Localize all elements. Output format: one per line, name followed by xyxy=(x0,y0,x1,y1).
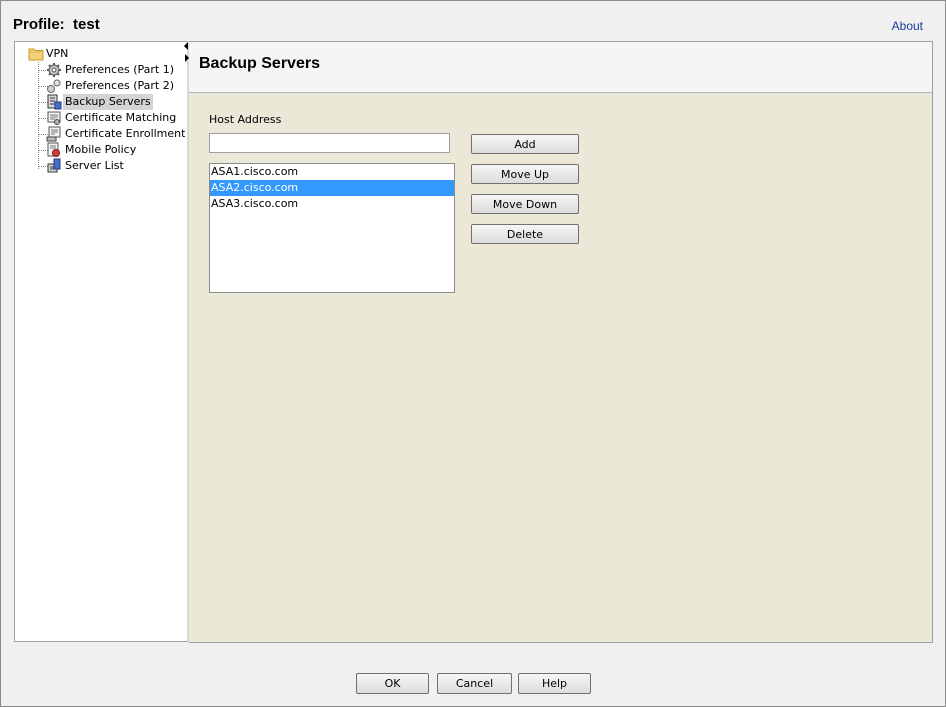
tree-item-backup-servers[interactable]: Backup Servers xyxy=(46,94,153,110)
tree-item-certificate-enrollment[interactable]: Certificate Enrollment xyxy=(46,126,187,142)
content-panel: Backup Servers Host Address ASA1.cisco.c… xyxy=(189,41,933,643)
tree-item-label: Backup Servers xyxy=(63,94,153,110)
tree-item-server-list[interactable]: Server List xyxy=(46,158,126,174)
tree-connector-line xyxy=(38,62,39,169)
delete-button[interactable]: Delete xyxy=(471,224,579,244)
profile-title: Profile: test xyxy=(13,16,100,33)
page-title: Backup Servers xyxy=(199,55,320,72)
cancel-button[interactable]: Cancel xyxy=(437,673,512,694)
host-address-label: Host Address xyxy=(209,113,282,126)
navigation-tree: VPN Preferences (Part 1) Preferences (Pa… xyxy=(14,41,188,642)
tree-root-vpn[interactable]: VPN xyxy=(28,46,70,62)
host-address-input[interactable] xyxy=(209,133,450,153)
move-down-button[interactable]: Move Down xyxy=(471,194,579,214)
tree-root-label: VPN xyxy=(46,47,69,60)
ok-button[interactable]: OK xyxy=(356,673,429,694)
tree-item-label: Certificate Enrollment xyxy=(65,127,186,140)
server-list-item[interactable]: ASA3.cisco.com xyxy=(210,196,454,212)
server-list-item-selected[interactable]: ASA2.cisco.com xyxy=(210,180,454,196)
tree-item-certificate-matching[interactable]: Certificate Matching xyxy=(46,110,178,126)
certificate-icon xyxy=(47,111,61,125)
profile-label: Profile: xyxy=(13,16,65,33)
profile-editor-window: Profile: test About VPN Preferences (Par… xyxy=(0,0,946,707)
about-link[interactable]: About xyxy=(892,19,923,33)
backup-server-list[interactable]: ASA1.cisco.com ASA2.cisco.com ASA3.cisco… xyxy=(209,163,455,293)
add-button[interactable]: Add xyxy=(471,134,579,154)
folder-icon xyxy=(28,48,44,61)
content-header: Backup Servers xyxy=(189,42,932,93)
profile-name: test xyxy=(73,16,100,33)
tree-item-mobile-policy[interactable]: Mobile Policy xyxy=(46,142,138,158)
tree-item-label: Mobile Policy xyxy=(65,143,137,156)
gears-icon xyxy=(47,79,61,93)
mobile-policy-icon xyxy=(47,142,60,157)
tree-item-preferences-part-2[interactable]: Preferences (Part 2) xyxy=(46,78,176,94)
tree-item-label: Certificate Matching xyxy=(65,111,177,124)
collapse-left-icon[interactable] xyxy=(184,42,188,50)
server-icon xyxy=(47,94,62,110)
gear-icon xyxy=(47,63,61,77)
server-list-icon xyxy=(47,158,61,173)
tree-item-label: Server List xyxy=(65,159,124,172)
tree-item-label: Preferences (Part 2) xyxy=(65,79,174,92)
move-up-button[interactable]: Move Up xyxy=(471,164,579,184)
tree-item-preferences-part-1[interactable]: Preferences (Part 1) xyxy=(46,62,176,78)
server-list-item[interactable]: ASA1.cisco.com xyxy=(210,164,454,180)
help-button[interactable]: Help xyxy=(518,673,591,694)
certificate-enroll-icon xyxy=(46,126,61,142)
tree-item-label: Preferences (Part 1) xyxy=(65,63,174,76)
